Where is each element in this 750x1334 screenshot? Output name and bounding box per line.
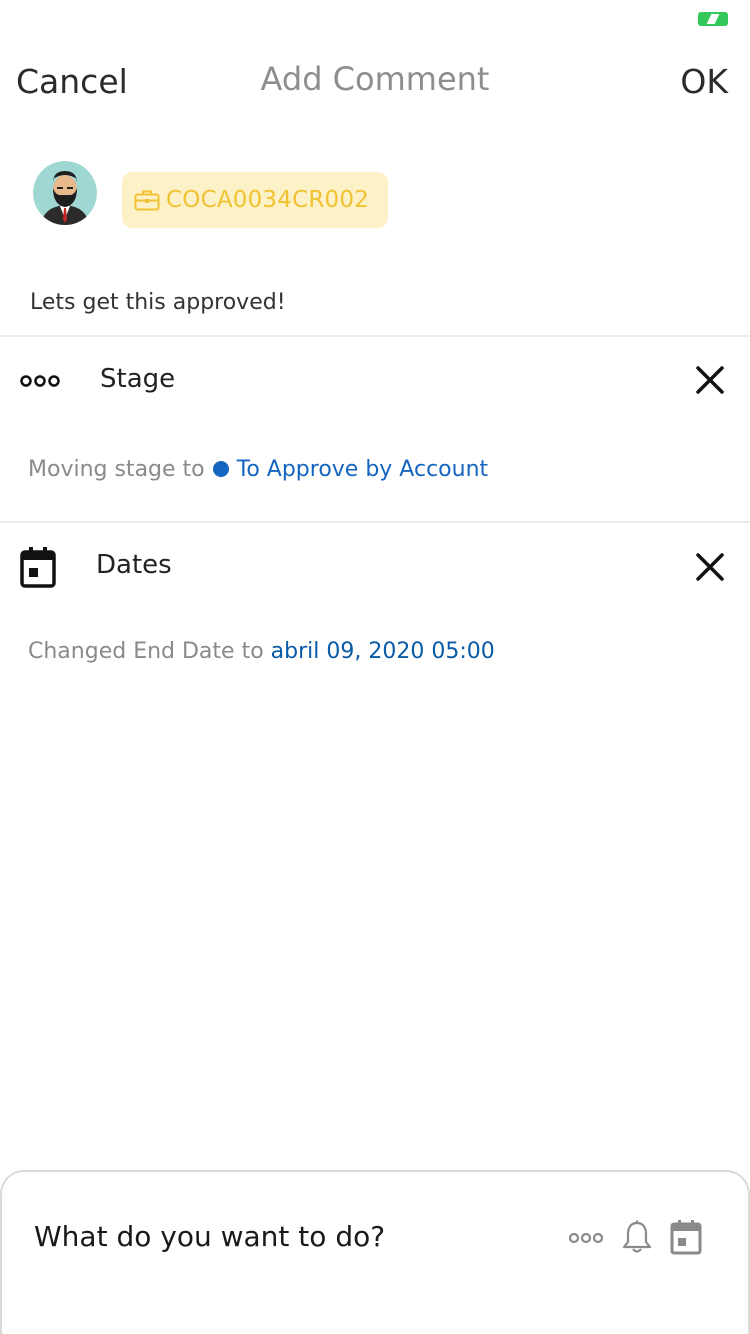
action-prompt-input[interactable]: What do you want to do? — [34, 1220, 385, 1253]
briefcase-icon — [134, 190, 160, 211]
avatar[interactable] — [33, 161, 97, 225]
divider — [0, 335, 750, 337]
remove-dates-button[interactable] — [694, 551, 726, 583]
more-icon[interactable] — [569, 1231, 603, 1245]
record-tag-code: COCA0034CR002 — [166, 187, 370, 213]
calendar-icon — [20, 547, 56, 588]
bell-icon[interactable] — [622, 1220, 652, 1254]
stage-detail-prefix: Moving stage to — [28, 457, 205, 482]
stage-color-dot — [212, 461, 229, 477]
dates-detail-prefix: Changed End Date to — [28, 639, 264, 664]
stage-value: To Approve by Account — [236, 457, 489, 482]
dates-section-label: Dates — [96, 550, 172, 580]
three-dots-icon — [20, 375, 60, 387]
divider — [0, 521, 750, 523]
record-tag-chip[interactable]: COCA0034CR002 — [122, 172, 388, 228]
stage-section-label: Stage — [100, 364, 176, 394]
battery-icon — [698, 12, 728, 26]
action-panel: What do you want to do? — [0, 1170, 750, 1334]
stage-detail: Moving stage to To Approve by Account — [28, 457, 488, 482]
calendar-icon[interactable] — [670, 1219, 702, 1255]
remove-stage-button[interactable] — [694, 364, 726, 396]
page-title: Add Comment — [260, 60, 490, 98]
end-date-value: abril 09, 2020 05:00 — [270, 639, 495, 664]
comment-text[interactable]: Lets get this approved! — [30, 290, 286, 315]
ok-button[interactable]: OK — [680, 62, 728, 101]
dates-detail: Changed End Date to abril 09, 2020 05:00 — [28, 639, 495, 664]
